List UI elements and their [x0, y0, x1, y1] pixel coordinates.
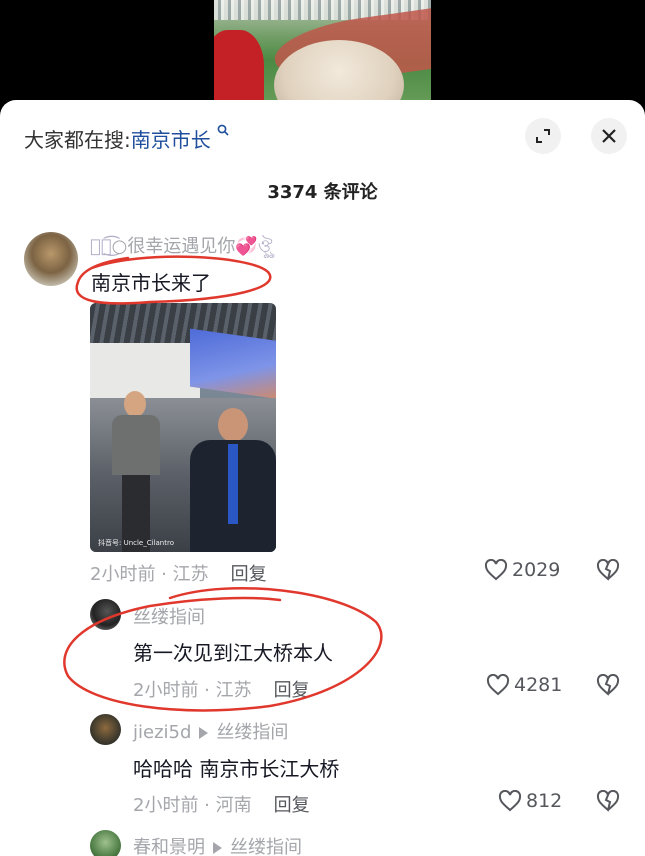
annotation-circle: [75, 255, 272, 305]
annotation-circle: [63, 586, 383, 712]
red-annotation-layer: [63, 255, 383, 712]
